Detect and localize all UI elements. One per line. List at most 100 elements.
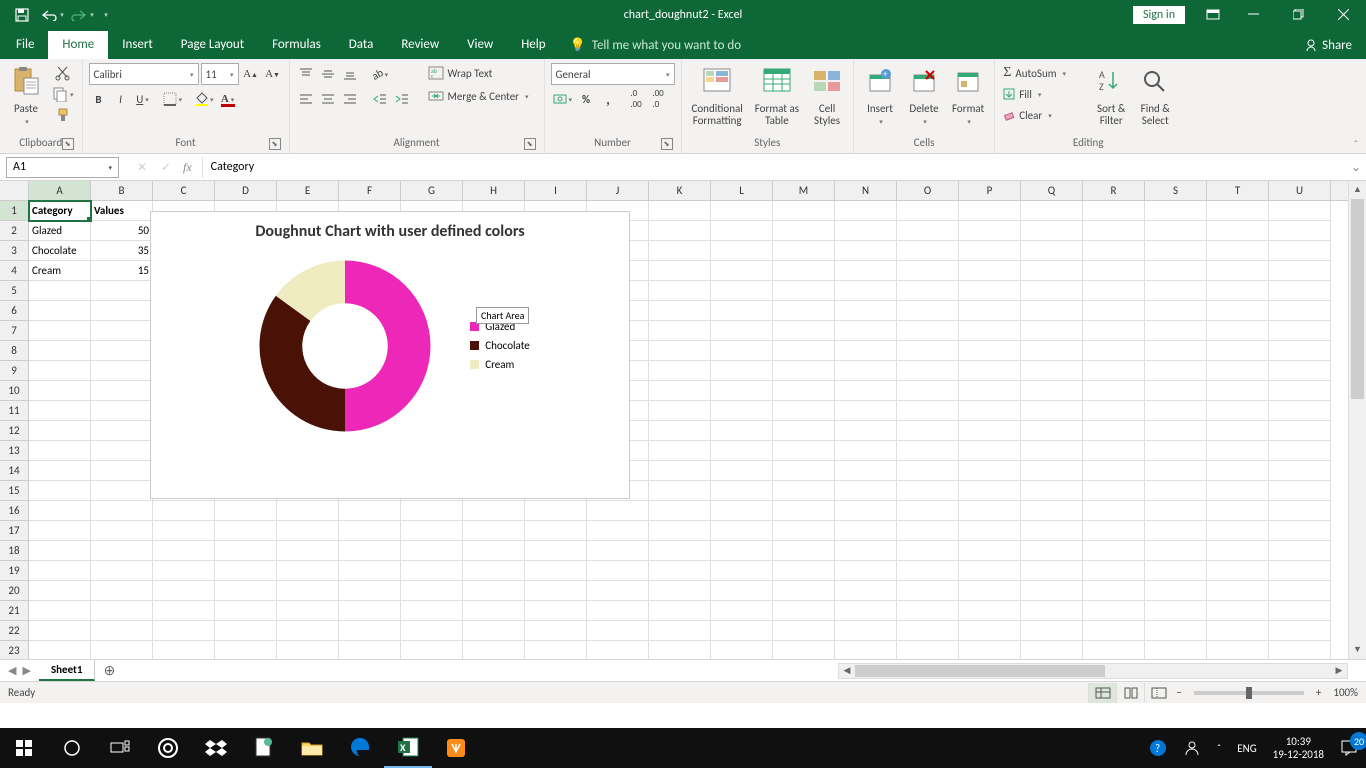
cell-L2[interactable] bbox=[711, 221, 773, 241]
taskbar-app-6[interactable] bbox=[432, 728, 480, 768]
cell-M14[interactable] bbox=[773, 461, 835, 481]
cell-T12[interactable] bbox=[1207, 421, 1269, 441]
cell-T7[interactable] bbox=[1207, 321, 1269, 341]
cell-U18[interactable] bbox=[1269, 541, 1331, 561]
tab-insert[interactable]: Insert bbox=[108, 31, 167, 59]
signin-button[interactable]: Sign in bbox=[1133, 6, 1185, 24]
formula-input[interactable]: Category bbox=[202, 157, 1346, 178]
col-header-I[interactable]: I bbox=[525, 181, 587, 200]
cell-O13[interactable] bbox=[897, 441, 959, 461]
cell-M18[interactable] bbox=[773, 541, 835, 561]
col-header-B[interactable]: B bbox=[91, 181, 153, 200]
cell-O14[interactable] bbox=[897, 461, 959, 481]
decrease-indent-button[interactable] bbox=[370, 89, 390, 109]
find-select-button[interactable]: Find & Select bbox=[1135, 63, 1175, 129]
cell-Q14[interactable] bbox=[1021, 461, 1083, 481]
cell-O1[interactable] bbox=[897, 201, 959, 221]
cell-H19[interactable] bbox=[463, 561, 525, 581]
normal-view-button[interactable] bbox=[1088, 683, 1116, 703]
increase-indent-button[interactable] bbox=[392, 89, 412, 109]
cell-I19[interactable] bbox=[525, 561, 587, 581]
cell-H22[interactable] bbox=[463, 621, 525, 641]
taskbar-edge[interactable] bbox=[336, 728, 384, 768]
cell-R1[interactable] bbox=[1083, 201, 1145, 221]
cell-B15[interactable] bbox=[91, 481, 153, 501]
fill-button[interactable]: Fill▾ bbox=[1001, 84, 1087, 104]
row-header-2[interactable]: 2 bbox=[0, 221, 28, 241]
cell-S21[interactable] bbox=[1145, 601, 1207, 621]
cell-Q23[interactable] bbox=[1021, 641, 1083, 659]
cell-K14[interactable] bbox=[649, 461, 711, 481]
undo-button[interactable]: ▾ bbox=[38, 3, 66, 27]
cell-K21[interactable] bbox=[649, 601, 711, 621]
cell-Q18[interactable] bbox=[1021, 541, 1083, 561]
cell-A15[interactable] bbox=[29, 481, 91, 501]
cell-P23[interactable] bbox=[959, 641, 1021, 659]
cell-T23[interactable] bbox=[1207, 641, 1269, 659]
cell-F16[interactable] bbox=[339, 501, 401, 521]
cell-R20[interactable] bbox=[1083, 581, 1145, 601]
paste-button[interactable]: Paste▾ bbox=[6, 63, 46, 129]
cell-E18[interactable] bbox=[277, 541, 339, 561]
cell-O23[interactable] bbox=[897, 641, 959, 659]
cell-Q11[interactable] bbox=[1021, 401, 1083, 421]
cell-F20[interactable] bbox=[339, 581, 401, 601]
row-header-18[interactable]: 18 bbox=[0, 541, 28, 561]
cell-T14[interactable] bbox=[1207, 461, 1269, 481]
cell-N5[interactable] bbox=[835, 281, 897, 301]
row-header-23[interactable]: 23 bbox=[0, 641, 28, 659]
row-header-6[interactable]: 6 bbox=[0, 301, 28, 321]
row-header-17[interactable]: 17 bbox=[0, 521, 28, 541]
cell-A2[interactable]: Glazed bbox=[29, 221, 91, 241]
chart-title[interactable]: Doughnut Chart with user defined colors bbox=[151, 212, 629, 247]
cell-T11[interactable] bbox=[1207, 401, 1269, 421]
cell-T8[interactable] bbox=[1207, 341, 1269, 361]
cell-K16[interactable] bbox=[649, 501, 711, 521]
cell-Q12[interactable] bbox=[1021, 421, 1083, 441]
cell-A9[interactable] bbox=[29, 361, 91, 381]
cell-O10[interactable] bbox=[897, 381, 959, 401]
cell-G16[interactable] bbox=[401, 501, 463, 521]
decrease-font-button[interactable]: A▼ bbox=[263, 64, 283, 84]
legend-item-cream[interactable]: Cream bbox=[470, 358, 530, 371]
cell-Q20[interactable] bbox=[1021, 581, 1083, 601]
cell-Q21[interactable] bbox=[1021, 601, 1083, 621]
cell-Q10[interactable] bbox=[1021, 381, 1083, 401]
cell-N2[interactable] bbox=[835, 221, 897, 241]
cell-P15[interactable] bbox=[959, 481, 1021, 501]
cell-E17[interactable] bbox=[277, 521, 339, 541]
cell-C23[interactable] bbox=[153, 641, 215, 659]
cell-Q22[interactable] bbox=[1021, 621, 1083, 641]
col-header-L[interactable]: L bbox=[711, 181, 773, 200]
font-name-combo[interactable]: Calibri▾ bbox=[89, 63, 199, 85]
cell-U12[interactable] bbox=[1269, 421, 1331, 441]
cell-L16[interactable] bbox=[711, 501, 773, 521]
cell-L21[interactable] bbox=[711, 601, 773, 621]
col-header-Q[interactable]: Q bbox=[1021, 181, 1083, 200]
number-format-combo[interactable]: General▾ bbox=[551, 63, 675, 85]
cell-O6[interactable] bbox=[897, 301, 959, 321]
qat-customize[interactable]: ▾ bbox=[98, 3, 112, 27]
vscroll-thumb[interactable] bbox=[1351, 199, 1364, 399]
cell-K23[interactable] bbox=[649, 641, 711, 659]
increase-font-button[interactable]: A▲ bbox=[241, 64, 261, 84]
cell-D18[interactable] bbox=[215, 541, 277, 561]
cell-L18[interactable] bbox=[711, 541, 773, 561]
cell-O21[interactable] bbox=[897, 601, 959, 621]
cell-S14[interactable] bbox=[1145, 461, 1207, 481]
sort-filter-button[interactable]: AZSort & Filter bbox=[1091, 63, 1131, 129]
cell-Q4[interactable] bbox=[1021, 261, 1083, 281]
cell-K17[interactable] bbox=[649, 521, 711, 541]
align-bottom-button[interactable] bbox=[340, 64, 360, 84]
cell-P19[interactable] bbox=[959, 561, 1021, 581]
insert-cells-button[interactable]: +Insert▾ bbox=[860, 63, 900, 129]
cell-P6[interactable] bbox=[959, 301, 1021, 321]
cell-K5[interactable] bbox=[649, 281, 711, 301]
cell-M1[interactable] bbox=[773, 201, 835, 221]
cell-E21[interactable] bbox=[277, 601, 339, 621]
cell-B12[interactable] bbox=[91, 421, 153, 441]
cell-K18[interactable] bbox=[649, 541, 711, 561]
font-size-combo[interactable]: 11▾ bbox=[201, 63, 239, 85]
cell-M16[interactable] bbox=[773, 501, 835, 521]
cell-G22[interactable] bbox=[401, 621, 463, 641]
